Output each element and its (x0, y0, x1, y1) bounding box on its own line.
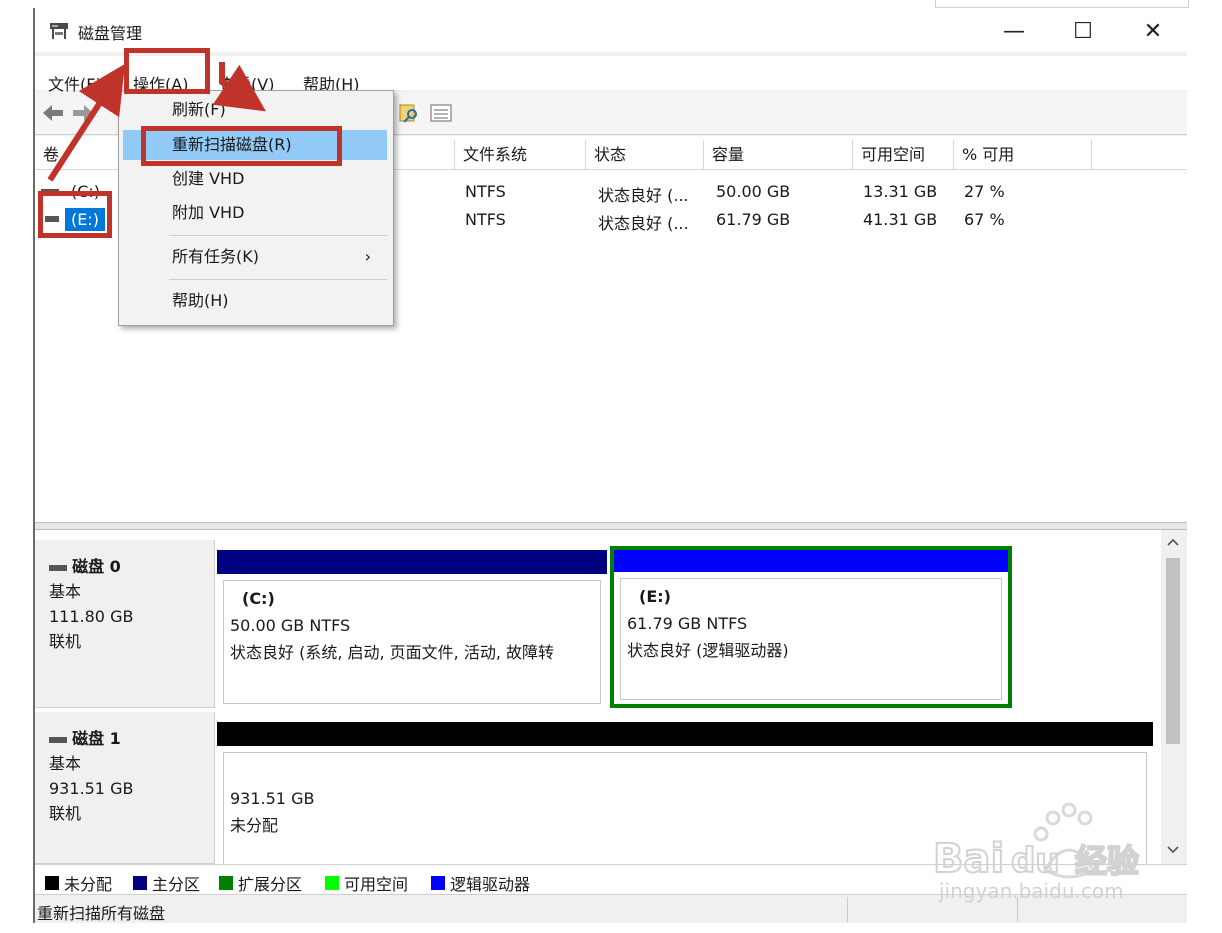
arrow-to-action-menu (47, 63, 126, 182)
arrow-to-refresh (212, 62, 266, 112)
annotation-arrows (47, 62, 266, 182)
baidu-jingyan-watermark-logo: Bai du 经验 jingyan.baidu.com (932, 802, 1140, 903)
watermark-url: jingyan.baidu.com (938, 879, 1124, 903)
svg-text:经验: 经验 (1075, 842, 1139, 880)
svg-text:du: du (1011, 841, 1060, 881)
svg-text:Bai: Bai (933, 836, 1004, 882)
